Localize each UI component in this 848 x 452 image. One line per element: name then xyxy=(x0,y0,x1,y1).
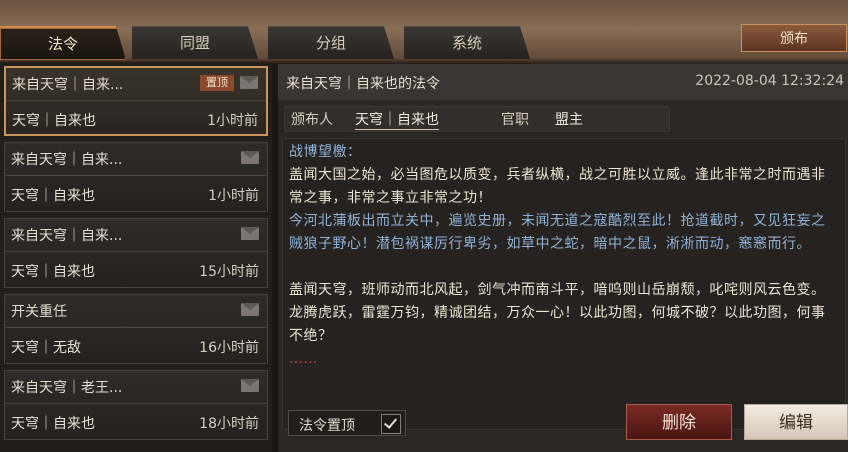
tab-group[interactable]: 分组 xyxy=(268,26,394,59)
item-sender: 天穹｜自来也 xyxy=(12,113,96,129)
list-item[interactable]: 开关重任 天穹｜无敌 16小时前 xyxy=(4,294,268,364)
decree-content[interactable]: 战博望檄： 盖闻大国之始，必当图危以质变，兵者纵横，战之可胜以立威。逢此非常之时… xyxy=(282,138,846,430)
item-title: 来自天穹｜老王... xyxy=(11,380,123,396)
decree-detail: 来自天穹｜自来也的法令 2022-08-04 12:32:24 颁布人 天穹｜自… xyxy=(278,64,848,452)
item-title: 来自天穹｜自来... xyxy=(11,152,123,168)
envelope-icon xyxy=(241,379,259,392)
pinned-badge: 置顶 xyxy=(200,75,234,91)
item-time: 1小时前 xyxy=(207,113,258,129)
envelope-icon xyxy=(240,76,258,89)
tab-decree[interactable]: 法令 xyxy=(0,26,126,60)
item-divider xyxy=(5,403,267,404)
content-heading: 战博望檄： xyxy=(289,144,362,160)
item-title: 开关重任 xyxy=(11,304,67,320)
tab-alliance[interactable]: 同盟 xyxy=(132,26,258,59)
list-item[interactable]: 来自天穹｜自来... 置顶 天穹｜自来也 1小时前 xyxy=(4,66,268,136)
list-item[interactable]: 来自天穹｜老王... 天穹｜自来也 18小时前 xyxy=(4,370,268,440)
tab-system[interactable]: 系统 xyxy=(404,26,530,59)
envelope-icon xyxy=(241,227,259,240)
decree-list: 来自天穹｜自来... 置顶 天穹｜自来也 1小时前 来自天穹｜自来... 天穹｜… xyxy=(0,62,272,452)
item-divider xyxy=(5,327,267,328)
item-time: 15小时前 xyxy=(199,264,259,280)
item-title: 来自天穹｜自来... xyxy=(12,77,124,93)
item-sender: 天穹｜无敌 xyxy=(11,340,81,356)
item-time: 18小时前 xyxy=(199,416,259,432)
item-sender: 天穹｜自来也 xyxy=(11,264,95,280)
list-item[interactable]: 来自天穹｜自来... 天穹｜自来也 1小时前 xyxy=(4,142,268,212)
content-paragraph: 盖闻天穹，班师动而北风起，剑气冲而南斗平，喑呜则山岳崩颓，叱咤则风云色变。龙腾虎… xyxy=(289,282,826,344)
publish-button[interactable]: 颁布 xyxy=(741,24,847,52)
edit-button[interactable]: 编辑 xyxy=(744,404,848,440)
publisher-name[interactable]: 天穹｜自来也 xyxy=(355,109,439,130)
content-paragraph: 今河北蒲板出而立关中，遍览史册，未闻无道之寇酷烈至此！抢道截时，又见狂妄之贼狼子… xyxy=(289,213,826,252)
pin-toggle-label: 法令置顶 xyxy=(299,418,355,434)
position-value: 盟主 xyxy=(555,112,583,128)
item-time: 16小时前 xyxy=(199,340,259,356)
delete-button[interactable]: 删除 xyxy=(626,404,732,440)
list-item[interactable]: 来自天穹｜自来... 天穹｜自来也 15小时前 xyxy=(4,218,268,288)
detail-title: 来自天穹｜自来也的法令 xyxy=(286,76,440,92)
pin-decree-toggle[interactable]: 法令置顶 xyxy=(288,410,406,436)
pin-checkbox[interactable] xyxy=(381,414,401,434)
position-label: 官职 xyxy=(501,112,529,128)
item-divider xyxy=(6,100,266,101)
item-time: 1小时前 xyxy=(208,188,259,204)
publisher-label: 颁布人 xyxy=(291,112,333,128)
item-divider xyxy=(5,175,267,176)
detail-date: 2022-08-04 12:32:24 xyxy=(695,73,844,89)
envelope-icon xyxy=(241,151,259,164)
item-sender: 天穹｜自来也 xyxy=(11,188,95,204)
envelope-icon xyxy=(241,303,259,316)
content-paragraph: 盖闻大国之始，必当图危以质变，兵者纵横，战之可胜以立威。逢此非常之时而遇非常之事… xyxy=(289,167,826,206)
detail-meta: 颁布人 天穹｜自来也 官职 盟主 xyxy=(284,106,670,132)
item-divider xyxy=(5,251,267,252)
detail-header: 来自天穹｜自来也的法令 2022-08-04 12:32:24 xyxy=(278,64,848,100)
item-sender: 天穹｜自来也 xyxy=(11,416,95,432)
content-paragraph: …… xyxy=(289,351,318,367)
item-title: 来自天穹｜自来... xyxy=(11,228,123,244)
